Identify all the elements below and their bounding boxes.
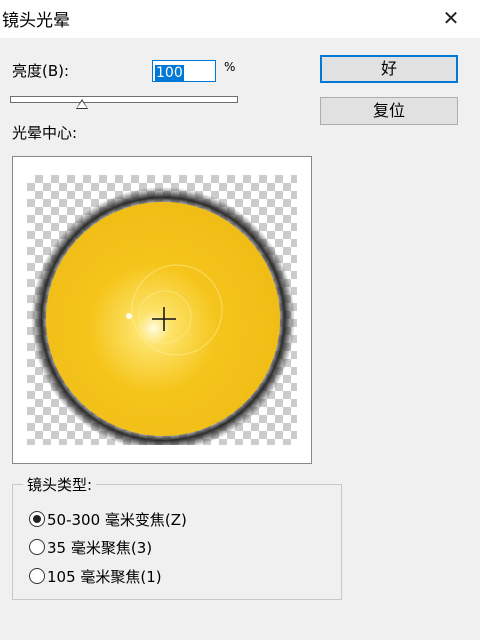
crosshair-icon[interactable] (27, 175, 297, 445)
ok-button[interactable]: 好 (320, 55, 458, 83)
brightness-slider-thumb[interactable] (76, 99, 88, 109)
brightness-input[interactable]: 100 (152, 60, 216, 82)
lens-option-105[interactable]: 105 毫米聚焦(1) (29, 566, 162, 586)
window-title: 镜头光晕 (2, 11, 70, 31)
flare-preview[interactable] (12, 156, 312, 464)
transparency-checkerboard (27, 175, 297, 445)
reset-button[interactable]: 复位 (320, 97, 458, 125)
lens-option-label: 50-300 毫米变焦(Z) (47, 511, 187, 529)
flare-center-label: 光晕中心: (12, 124, 78, 142)
lens-option-label: 35 毫米聚焦(3) (47, 539, 153, 557)
lens-option-label: 105 毫米聚焦(1) (47, 568, 162, 586)
lens-type-label: 镜头类型: (23, 474, 97, 495)
brightness-value: 100 (155, 65, 184, 81)
title-bar: 镜头光晕 ✕ (0, 0, 480, 38)
radio-button[interactable] (29, 568, 45, 584)
lens-option-50-300[interactable]: 50-300 毫米变焦(Z) (29, 509, 187, 529)
brightness-label: 亮度(B): (12, 62, 70, 80)
brightness-slider-track[interactable] (10, 96, 238, 103)
radio-button[interactable] (29, 539, 45, 555)
close-icon[interactable]: ✕ (436, 2, 466, 34)
radio-button-checked[interactable] (29, 511, 45, 527)
lens-type-group: 镜头类型: 50-300 毫米变焦(Z) 35 毫米聚焦(3) 105 毫米聚焦… (12, 474, 342, 600)
lens-option-35[interactable]: 35 毫米聚焦(3) (29, 537, 152, 557)
percent-sign: % (224, 60, 236, 74)
